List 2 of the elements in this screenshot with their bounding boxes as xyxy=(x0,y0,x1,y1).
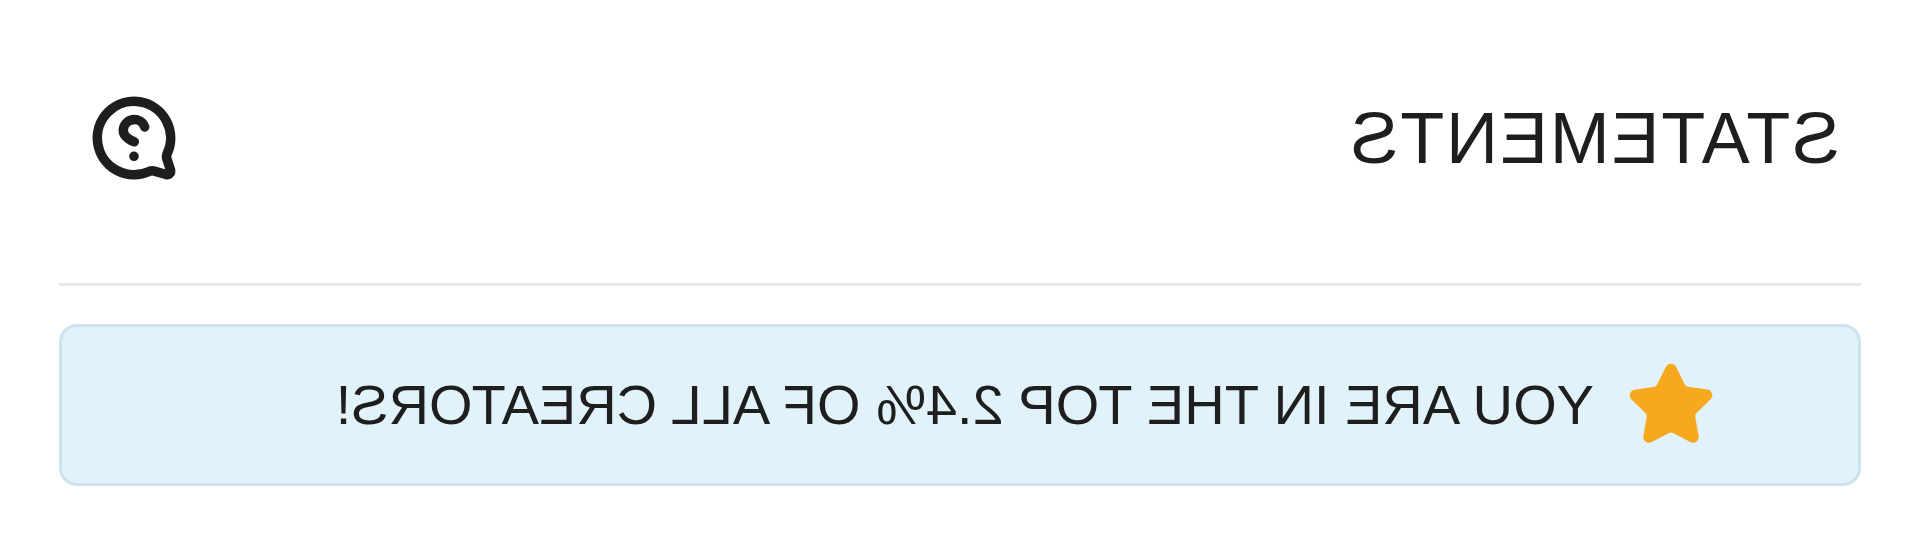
page-title: STATEMENTS xyxy=(1348,96,1840,180)
banner-text: YOU ARE IN THE TOP 2.4% OF ALL CREATORS! xyxy=(335,372,1594,438)
